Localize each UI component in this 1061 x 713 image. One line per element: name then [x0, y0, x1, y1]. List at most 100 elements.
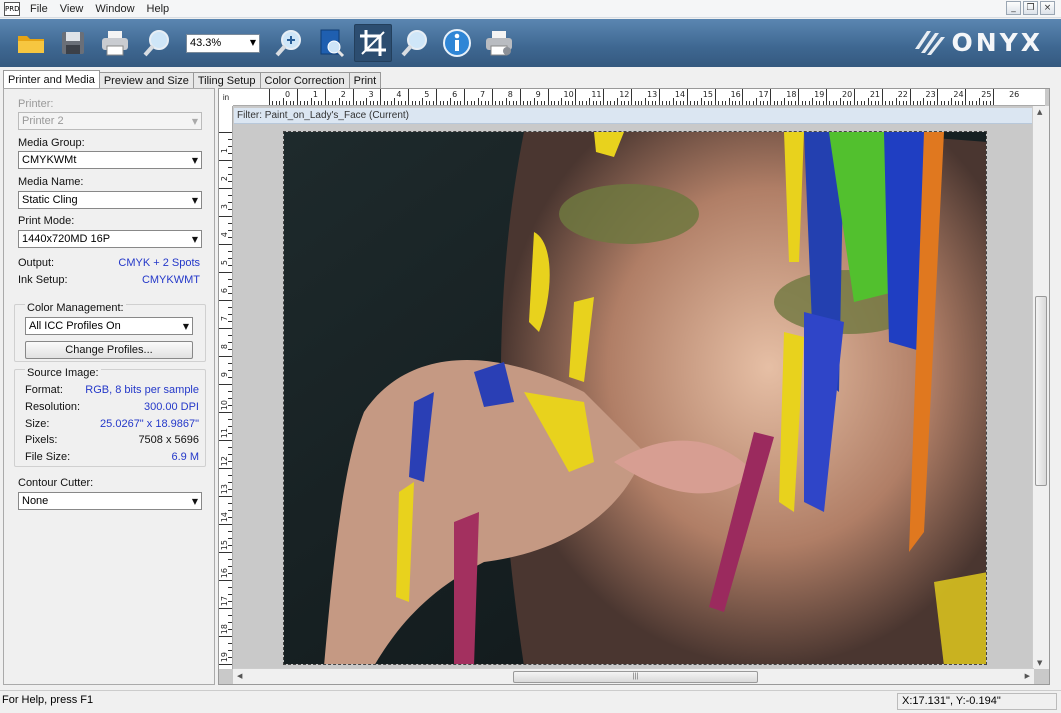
vruler-tick	[228, 587, 232, 588]
zoom-level-value: 43.3%	[190, 37, 222, 49]
app-icon: PRD	[4, 1, 20, 16]
hruler-tick	[832, 101, 834, 105]
menu-window[interactable]: Window	[91, 0, 142, 18]
hruler-tick	[544, 101, 546, 105]
color-management-select[interactable]: All ICC Profiles On ▼	[25, 317, 193, 335]
media-name-select[interactable]: Static Cling ▼	[18, 191, 202, 209]
hruler-tick	[933, 101, 935, 105]
hruler-tick	[474, 101, 476, 105]
vruler-tick	[228, 454, 232, 455]
print-icon[interactable]	[96, 24, 134, 62]
hruler-number: 10	[563, 90, 574, 99]
hruler-tick	[930, 101, 932, 105]
horizontal-scrollbar[interactable]: ◀ ||| ▶	[233, 668, 1034, 684]
print-mode-select[interactable]: 1440x720MD 16P ▼	[18, 230, 202, 248]
media-group-select[interactable]: CMYKWMt ▼	[18, 151, 202, 169]
info-icon[interactable]	[438, 24, 476, 62]
color-management-group: Color Management: All ICC Profiles On ▼ …	[14, 302, 206, 362]
image-preview[interactable]	[283, 131, 987, 665]
hruler-tick	[362, 101, 364, 105]
scroll-down-icon[interactable]: ▼	[1037, 659, 1042, 667]
scroll-left-icon[interactable]: ◀	[237, 672, 242, 680]
scroll-up-icon[interactable]: ▲	[1037, 108, 1042, 116]
hruler-tick	[429, 101, 431, 105]
horizontal-scroll-thumb[interactable]: |||	[513, 671, 758, 683]
hruler-tick	[530, 101, 532, 105]
hruler-tick	[738, 101, 740, 105]
vruler-tick	[228, 489, 232, 490]
hruler-tick	[801, 101, 803, 105]
hruler-tick	[693, 101, 695, 105]
canvas-area: in 0 1 2 3 4 5 6 7 8 9 10 11 12 13 14 15 16 17 18 19 20 21 22 2…	[218, 88, 1050, 685]
change-profiles-button[interactable]: Change Profiles...	[25, 341, 193, 359]
tab-tiling-setup[interactable]: Tiling Setup	[192, 72, 261, 89]
hruler-tick	[672, 98, 674, 105]
hruler-tick	[899, 101, 901, 105]
hruler-tick	[993, 89, 995, 105]
scroll-right-icon[interactable]: ▶	[1025, 672, 1030, 680]
hruler-number: 2	[340, 90, 346, 99]
vruler-tick	[219, 216, 232, 217]
vruler-tick	[228, 594, 232, 595]
page-preview-icon[interactable]	[312, 24, 350, 62]
menu-view[interactable]: View	[56, 0, 92, 18]
hruler-tick	[554, 101, 556, 105]
tab-color-correction[interactable]: Color Correction	[259, 72, 350, 89]
hruler-number: 8	[507, 90, 513, 99]
close-button[interactable]: ×	[1040, 1, 1055, 15]
tab-preview-and-size[interactable]: Preview and Size	[98, 72, 194, 89]
hruler-tick	[641, 101, 643, 105]
vertical-ruler[interactable]: 1 2 3 4 5 6 7 8 9 10 11 12 13 14 15 16 17 18 19	[219, 106, 233, 669]
hruler-tick	[540, 101, 542, 105]
vruler-tick	[219, 384, 232, 385]
vertical-scrollbar[interactable]: ▲ ▼	[1032, 106, 1049, 669]
hruler-tick	[826, 89, 827, 105]
zoom-in-icon[interactable]	[270, 24, 308, 62]
vruler-tick	[228, 335, 232, 336]
painted-face-image	[284, 132, 986, 664]
vruler-tick	[228, 202, 232, 203]
hruler-tick	[589, 98, 591, 105]
hruler-number: 26	[1009, 90, 1020, 99]
vruler-tick	[228, 615, 232, 616]
vruler-tick	[228, 510, 232, 511]
minimize-button[interactable]: _	[1006, 1, 1021, 15]
hruler-tick	[968, 101, 970, 105]
hruler-tick	[749, 101, 751, 105]
hruler-tick	[533, 98, 535, 105]
horizontal-ruler[interactable]: 0 1 2 3 4 5 6 7 8 9 10 11 12 13 14 15 16 17 18 19 20 21 22 23 24…	[233, 89, 1045, 106]
file-size-value: 6.9 M	[171, 451, 199, 463]
hruler-tick	[314, 101, 316, 105]
contour-cutter-select[interactable]: None ▼	[18, 492, 202, 510]
hruler-tick	[523, 101, 525, 105]
vruler-tick	[228, 370, 232, 371]
hruler-tick	[888, 101, 890, 105]
tab-printer-and-media[interactable]: Printer and Media	[3, 70, 100, 89]
hruler-tick	[871, 101, 873, 105]
hruler-tick	[780, 101, 782, 105]
magnify-icon[interactable]	[396, 24, 434, 62]
vruler-tick	[228, 258, 232, 259]
vruler-tick	[228, 321, 232, 322]
zoom-out-icon[interactable]	[138, 24, 176, 62]
vruler-tick	[228, 447, 232, 448]
hruler-tick	[488, 101, 490, 105]
restore-button[interactable]: ❐	[1023, 1, 1038, 15]
vruler-tick	[228, 139, 232, 140]
menu-help[interactable]: Help	[143, 0, 178, 18]
vruler-tick	[219, 524, 232, 525]
hruler-tick	[644, 98, 646, 105]
vertical-scroll-thumb[interactable]	[1035, 296, 1047, 486]
vruler-tick	[228, 195, 232, 196]
save-icon[interactable]	[54, 24, 92, 62]
menu-file[interactable]: File	[26, 0, 56, 18]
vruler-tick	[228, 475, 232, 476]
tab-print[interactable]: Print	[348, 72, 382, 89]
hruler-tick	[456, 101, 458, 105]
zoom-level-select[interactable]: 43.3% ▼	[186, 33, 260, 53]
printer-settings-icon[interactable]	[480, 24, 518, 62]
crop-icon[interactable]	[354, 24, 392, 62]
open-folder-icon[interactable]	[12, 24, 50, 62]
hruler-tick	[516, 101, 518, 105]
hruler-tick	[711, 101, 713, 105]
